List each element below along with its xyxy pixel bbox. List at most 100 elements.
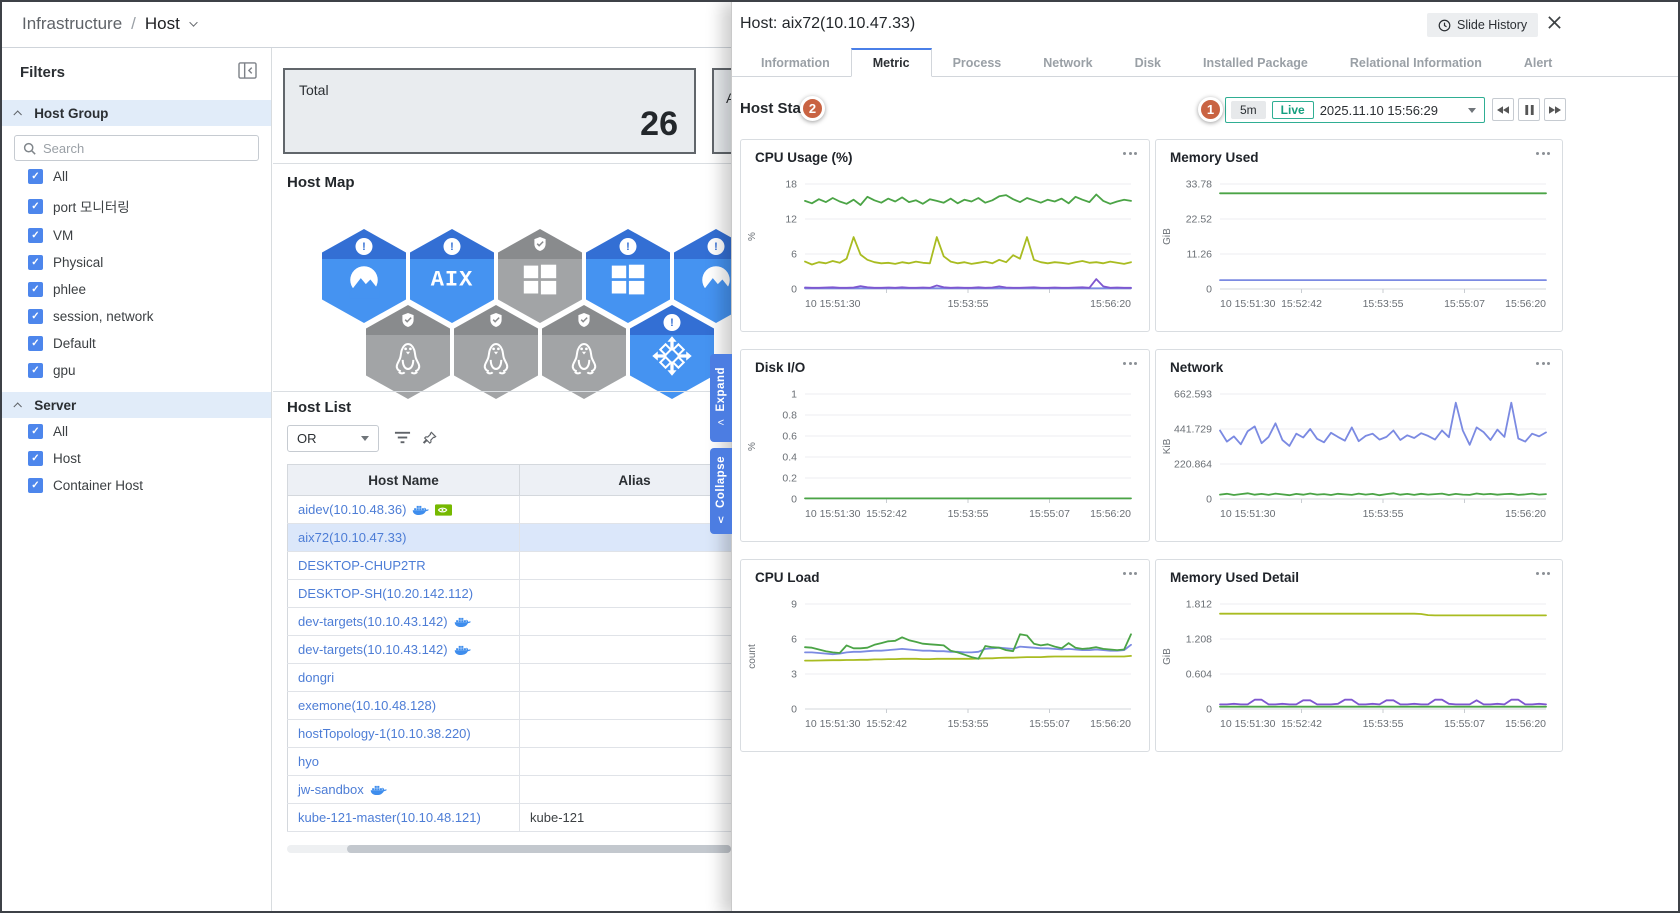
filter-item-physical[interactable]: ✓ Physical xyxy=(2,249,271,276)
filter-item-phlee[interactable]: ✓ phlee xyxy=(2,276,271,303)
host-table-row[interactable]: DESKTOP-SH(10.20.142.112) xyxy=(287,579,750,608)
expand-tab[interactable]: Expand < xyxy=(710,354,732,442)
checkbox-checked-icon[interactable]: ✓ xyxy=(28,424,43,439)
checkbox-checked-icon[interactable]: ✓ xyxy=(28,363,43,378)
host-table-row[interactable]: kube-121-master(10.10.48.121) kube-121 xyxy=(287,803,750,832)
host-table-row[interactable]: dev-targets(10.10.43.142) xyxy=(287,607,750,636)
tab-information[interactable]: Information xyxy=(740,48,851,77)
host-name-cell: exemone(10.10.48.128) xyxy=(287,691,520,720)
chart-menu-icon[interactable] xyxy=(1536,572,1550,575)
host-hexagon-centos[interactable]: ! xyxy=(630,305,714,399)
checkbox-checked-icon[interactable]: ✓ xyxy=(28,169,43,184)
host-name-link[interactable]: aidev(10.10.48.36) xyxy=(298,502,453,517)
scrollbar-thumb[interactable] xyxy=(347,845,731,853)
host-name-link[interactable]: dongri xyxy=(298,670,334,685)
filter-item-all[interactable]: ✓ All xyxy=(2,418,271,445)
host-name-link[interactable]: exemone(10.10.48.128) xyxy=(298,698,436,713)
filter-item-default[interactable]: ✓ Default xyxy=(2,330,271,357)
close-icon[interactable] xyxy=(1547,15,1562,35)
chart-menu-icon[interactable] xyxy=(1536,362,1550,365)
host-table-row[interactable]: dongri xyxy=(287,663,750,692)
checkbox-checked-icon[interactable]: ✓ xyxy=(28,478,43,493)
host-table-row[interactable]: hyo xyxy=(287,747,750,776)
alias-cell xyxy=(519,719,750,748)
host-name-link[interactable]: hyo xyxy=(298,754,319,769)
host-name-link[interactable]: aix72(10.10.47.33) xyxy=(298,530,406,545)
host-hexagon-windows[interactable] xyxy=(498,229,582,323)
tab-installed-package[interactable]: Installed Package xyxy=(1182,48,1329,77)
filter-icon[interactable] xyxy=(394,430,411,450)
breadcrumb-section[interactable]: Infrastructure xyxy=(22,14,122,34)
checkbox-checked-icon[interactable]: ✓ xyxy=(28,309,43,324)
host-name-link[interactable]: jw-sandbox xyxy=(298,782,387,797)
fast-forward-button[interactable] xyxy=(1544,98,1566,121)
warning-badge-icon: ! xyxy=(443,238,461,255)
chart-menu-icon[interactable] xyxy=(1123,152,1137,155)
checkbox-checked-icon[interactable]: ✓ xyxy=(28,228,43,243)
search-input[interactable] xyxy=(43,140,250,156)
host-table-row[interactable]: aidev(10.10.48.36) xyxy=(287,495,750,524)
host-hexagon-linux[interactable] xyxy=(366,305,450,399)
host-hexagon-linux[interactable] xyxy=(542,305,626,399)
filter-operator-select[interactable]: OR xyxy=(287,425,379,452)
live-chip[interactable]: Live xyxy=(1271,101,1314,119)
filter-item-vm[interactable]: ✓ VM xyxy=(2,222,271,249)
host-hexagon-windows[interactable]: ! xyxy=(586,229,670,323)
host-name-link[interactable]: dev-targets(10.10.43.142) xyxy=(298,642,471,657)
host-table-row[interactable]: jw-sandbox xyxy=(287,775,750,804)
host-table-row[interactable]: hostTopology-1(10.10.38.220) xyxy=(287,719,750,748)
host-name-cell: hyo xyxy=(287,747,520,776)
tab-metric[interactable]: Metric xyxy=(850,48,932,77)
linux-logo-icon xyxy=(473,333,519,379)
host-name-link[interactable]: hostTopology-1(10.10.38.220) xyxy=(298,726,471,741)
breadcrumb-current[interactable]: Host xyxy=(145,14,180,34)
tab-network[interactable]: Network xyxy=(1022,48,1113,77)
tab-alert[interactable]: Alert xyxy=(1503,48,1573,77)
host-name-link[interactable]: dev-targets(10.10.43.142) xyxy=(298,614,471,629)
host-table-row[interactable]: DESKTOP-CHUP2TR xyxy=(287,551,750,580)
tab-disk[interactable]: Disk xyxy=(1114,48,1182,77)
app-window: Infrastructure / Host Filters Host Group… xyxy=(0,0,1680,913)
collapse-tab[interactable]: Collapse ∨ xyxy=(710,448,732,534)
filter-item-session-network[interactable]: ✓ session, network xyxy=(2,303,271,330)
tab-relational-information[interactable]: Relational Information xyxy=(1329,48,1503,77)
range-chip[interactable]: 5m xyxy=(1231,101,1266,119)
host-table-row[interactable]: exemone(10.10.48.128) xyxy=(287,691,750,720)
filter-item-host[interactable]: ✓ Host xyxy=(2,445,271,472)
rewind-button[interactable] xyxy=(1492,98,1514,121)
chart-menu-icon[interactable] xyxy=(1536,152,1550,155)
slide-history-button[interactable]: Slide History xyxy=(1427,13,1539,37)
checkbox-checked-icon[interactable]: ✓ xyxy=(28,336,43,351)
chart-menu-icon[interactable] xyxy=(1123,572,1137,575)
filter-item-gpu[interactable]: ✓ gpu xyxy=(2,357,271,384)
chart-menu-icon[interactable] xyxy=(1123,362,1137,365)
host-table-row[interactable]: aix72(10.10.47.33) xyxy=(287,523,750,552)
col-host-name[interactable]: Host Name xyxy=(287,464,520,496)
horizontal-scrollbar[interactable] xyxy=(287,845,731,853)
time-range-control[interactable]: 5m Live 2025.11.10 15:56:29 xyxy=(1225,97,1485,123)
filter-item-container-host[interactable]: ✓ Container Host xyxy=(2,472,271,499)
host-table-row[interactable]: dev-targets(10.10.43.142) xyxy=(287,635,750,664)
group-header-host-group[interactable]: Host Group xyxy=(2,100,271,126)
chevron-down-icon[interactable] xyxy=(188,18,198,27)
host-hexagon-rocky[interactable]: ! xyxy=(322,229,406,323)
tab-process[interactable]: Process xyxy=(932,48,1023,77)
filter-item-port-[interactable]: ✓ port 모니터링 xyxy=(2,190,271,222)
filter-item-all[interactable]: ✓ All xyxy=(2,163,271,190)
collapse-sidebar-icon[interactable] xyxy=(238,62,257,84)
host-name-cell: dongri xyxy=(287,663,520,692)
chevron-left-icon: < xyxy=(717,416,725,429)
host-hexagon-linux[interactable] xyxy=(454,305,538,399)
x-tick-label: 15:53:55 xyxy=(948,718,989,730)
host-name-link[interactable]: kube-121-master(10.10.48.121) xyxy=(298,810,481,825)
pin-icon[interactable] xyxy=(422,430,438,451)
host-hexagon-aix[interactable]: ! AIX xyxy=(410,229,494,323)
checkbox-checked-icon[interactable]: ✓ xyxy=(28,282,43,297)
pause-button[interactable] xyxy=(1518,98,1540,121)
checkbox-checked-icon[interactable]: ✓ xyxy=(28,255,43,270)
checkbox-checked-icon[interactable]: ✓ xyxy=(28,198,43,214)
group-header-server[interactable]: Server xyxy=(2,392,271,418)
host-name-link[interactable]: DESKTOP-SH(10.20.142.112) xyxy=(298,586,473,601)
host-name-link[interactable]: DESKTOP-CHUP2TR xyxy=(298,558,426,573)
checkbox-checked-icon[interactable]: ✓ xyxy=(28,451,43,466)
